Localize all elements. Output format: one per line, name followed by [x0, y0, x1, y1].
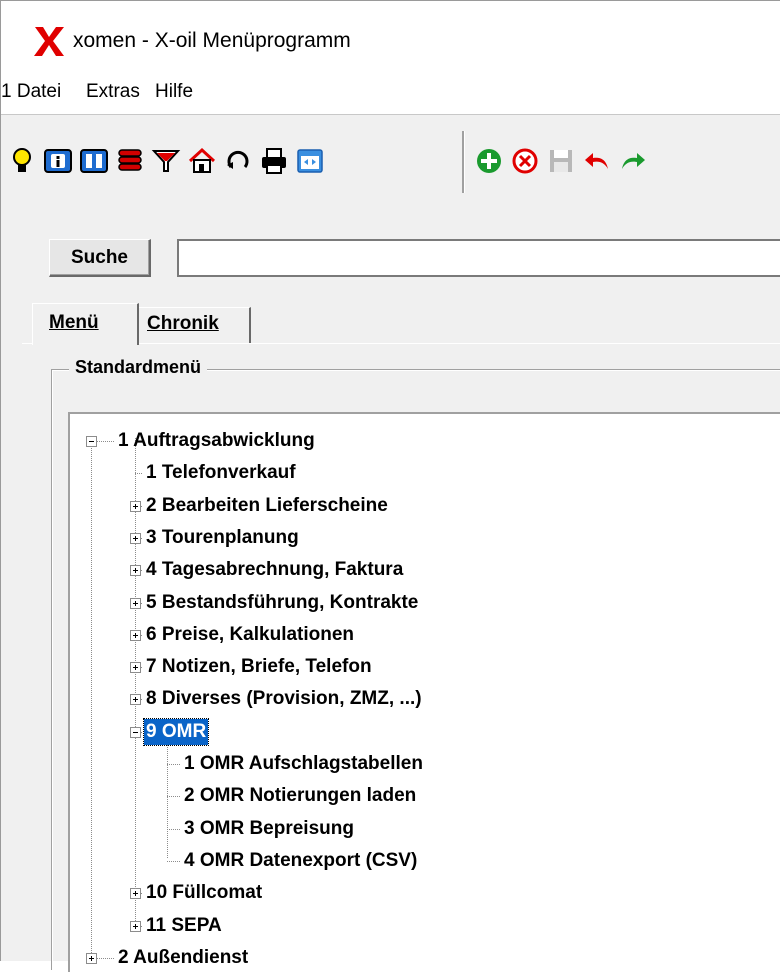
- print-icon[interactable]: [259, 145, 289, 177]
- menu-bar: 1 Datei Extras Hilfe: [1, 79, 780, 114]
- expand-icon[interactable]: [130, 888, 141, 900]
- tree-node-label[interactable]: 3 OMR Bepreisung: [182, 816, 356, 842]
- tab-chronik[interactable]: Chronik: [139, 307, 251, 343]
- tree-node-label[interactable]: 4 OMR Datenexport (CSV): [182, 848, 419, 874]
- window-icon[interactable]: [295, 145, 325, 177]
- tree-line-horizontal: [167, 796, 180, 798]
- app-logo-icon: [34, 27, 64, 56]
- menu-tree[interactable]: 1 Auftragsabwicklung 1 Telefonverkauf 2 Be…: [68, 412, 780, 972]
- group-label: Standardmenü: [69, 357, 208, 378]
- toolbar-separator: [462, 131, 465, 193]
- tab-menu[interactable]: Menü: [32, 303, 139, 345]
- tree-node[interactable]: 2 Bearbeiten Lieferscheine: [70, 493, 770, 525]
- home-icon[interactable]: [187, 145, 217, 177]
- tree-node-label[interactable]: 4 Tagesabrechnung, Faktura: [144, 557, 405, 583]
- tree-node[interactable]: 4 Tagesabrechnung, Faktura: [70, 557, 770, 589]
- info-book-icon[interactable]: [43, 145, 73, 177]
- tree-node[interactable]: 9 OMR: [70, 717, 770, 751]
- expand-icon[interactable]: [86, 952, 97, 964]
- tree-line-horizontal: [167, 764, 180, 765]
- tree-node-label[interactable]: 2 Bearbeiten Lieferscheine: [144, 493, 390, 519]
- title-bar[interactable]: xomen - X-oil Menüprogramm: [1, 1, 780, 79]
- cancel-icon[interactable]: [510, 145, 540, 177]
- collapse-icon[interactable]: [130, 726, 141, 738]
- tree-node[interactable]: 1 OMR Aufschlagstabellen: [70, 751, 770, 783]
- search-input[interactable]: [177, 239, 780, 277]
- add-icon[interactable]: [474, 145, 504, 177]
- tree-node[interactable]: 1 Telefonverkauf: [70, 460, 770, 492]
- menu-extras[interactable]: Extras: [86, 81, 140, 103]
- tree-node-label[interactable]: 2 Außendienst: [116, 945, 250, 971]
- tree-node-label[interactable]: 5 Bestandsführung, Kontrakte: [144, 590, 420, 616]
- expand-icon[interactable]: [130, 597, 141, 609]
- tree-node[interactable]: 8 Diverses (Provision, ZMZ, ...): [70, 686, 770, 718]
- tree-line-horizontal: [135, 473, 142, 475]
- expand-icon[interactable]: [130, 565, 141, 577]
- expand-icon[interactable]: [130, 500, 141, 512]
- tree-node-label[interactable]: 1 Telefonverkauf: [144, 460, 298, 486]
- main-panel: Suche Menü Chronik Standardmenü 1 Auftra…: [1, 207, 780, 972]
- tree-node[interactable]: 3 Tourenplanung: [70, 525, 770, 557]
- expand-icon[interactable]: [130, 629, 141, 641]
- tree-node[interactable]: 6 Preise, Kalkulationen: [70, 622, 770, 654]
- tree-node-label[interactable]: 9 OMR: [142, 717, 210, 746]
- tree-node-label[interactable]: 11 SEPA: [144, 913, 224, 939]
- tree-node-label[interactable]: 7 Notizen, Briefe, Telefon: [144, 654, 374, 680]
- tree-node[interactable]: 11 SEPA: [70, 913, 770, 945]
- tree-node[interactable]: 4 OMR Datenexport (CSV): [70, 848, 770, 880]
- filter-icon[interactable]: [151, 145, 181, 177]
- lightbulb-icon[interactable]: [7, 145, 37, 177]
- refresh-icon[interactable]: [223, 145, 253, 177]
- database-icon[interactable]: [115, 145, 145, 177]
- book-icon[interactable]: [79, 145, 109, 177]
- tree-node[interactable]: 5 Bestandsführung, Kontrakte: [70, 590, 770, 622]
- tree-line-horizontal: [167, 860, 180, 862]
- menu-datei[interactable]: 1 Datei: [1, 81, 61, 103]
- tree-node[interactable]: 3 OMR Bepreisung: [70, 816, 770, 848]
- expand-icon[interactable]: [130, 532, 141, 544]
- search-button[interactable]: Suche: [49, 239, 151, 277]
- tree-node-label[interactable]: 3 Tourenplanung: [144, 525, 301, 551]
- tree-node-label[interactable]: 10 Füllcomat: [144, 880, 264, 906]
- expand-icon[interactable]: [130, 920, 141, 932]
- tree-node[interactable]: 1 Auftragsabwicklung: [70, 428, 770, 460]
- expand-icon[interactable]: [130, 694, 141, 706]
- tree-node-label[interactable]: 1 OMR Aufschlagstabellen: [182, 751, 425, 777]
- collapse-icon[interactable]: [86, 436, 97, 447]
- save-icon[interactable]: [546, 145, 576, 177]
- tree-node[interactable]: 7 Notizen, Briefe, Telefon: [70, 654, 770, 686]
- tree-node-label[interactable]: 1 Auftragsabwicklung: [116, 428, 317, 454]
- toolbar: [1, 114, 780, 208]
- tree-node-label[interactable]: 8 Diverses (Provision, ZMZ, ...): [144, 686, 424, 712]
- tree-node[interactable]: 2 Außendienst: [70, 945, 770, 972]
- tab-chronik-label: Chronik: [147, 313, 219, 334]
- window-title: xomen - X-oil Menüprogramm: [73, 29, 351, 52]
- tree-node-label[interactable]: 2 OMR Notierungen laden: [182, 783, 418, 809]
- undo-icon[interactable]: [582, 145, 612, 177]
- expand-icon[interactable]: [130, 662, 141, 674]
- tab-menu-label: Menü: [49, 312, 99, 333]
- menu-hilfe[interactable]: Hilfe: [155, 81, 193, 103]
- redo-icon[interactable]: [618, 145, 648, 177]
- tree-node[interactable]: 10 Füllcomat: [70, 880, 770, 912]
- tree-node[interactable]: 2 OMR Notierungen laden: [70, 783, 770, 815]
- tree-node-label[interactable]: 6 Preise, Kalkulationen: [144, 622, 356, 648]
- tree-line-horizontal: [167, 828, 180, 830]
